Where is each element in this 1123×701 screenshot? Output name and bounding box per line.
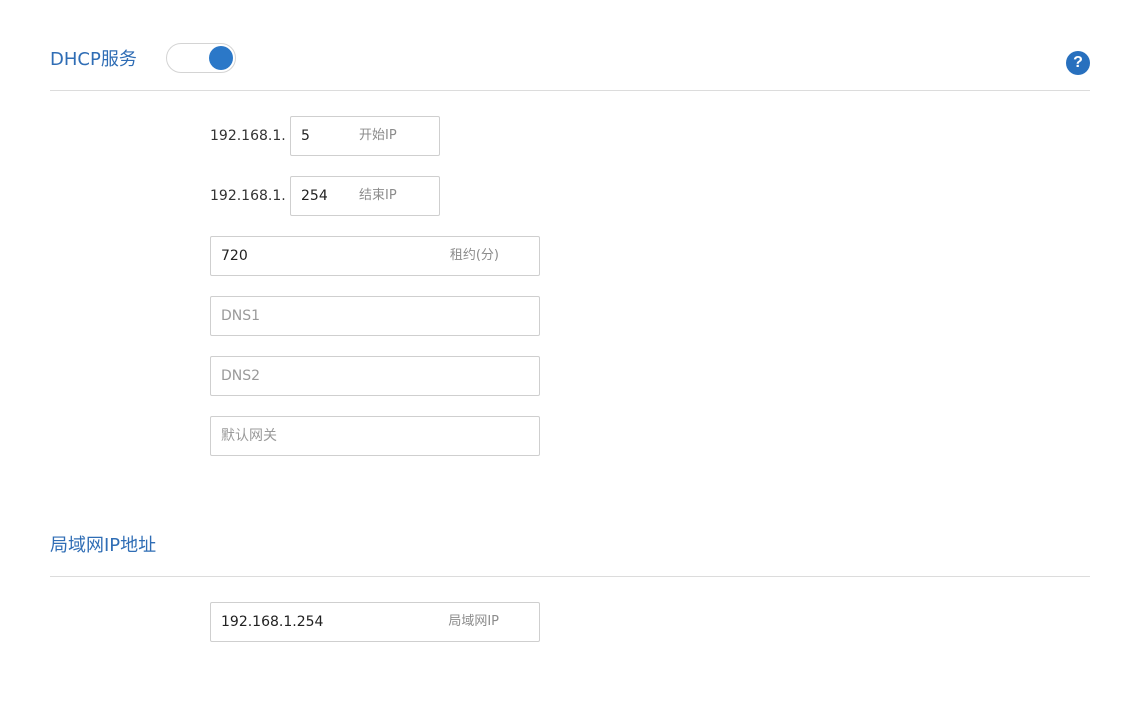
dns1-field — [210, 296, 540, 336]
end-ip-field: 结束IP — [290, 176, 440, 216]
end-ip-prefix: 192.168.1. — [210, 188, 286, 204]
lan-divider — [50, 576, 1090, 577]
dns2-input[interactable] — [211, 357, 539, 395]
help-icon[interactable]: ? — [1066, 51, 1090, 75]
dhcp-toggle[interactable] — [166, 43, 236, 73]
gateway-input[interactable] — [211, 417, 539, 455]
start-ip-prefix: 192.168.1. — [210, 128, 286, 144]
end-ip-input[interactable] — [291, 177, 439, 215]
toggle-knob — [209, 46, 233, 70]
dhcp-divider — [50, 90, 1090, 91]
start-ip-input[interactable] — [291, 117, 439, 155]
lease-field: 租约(分) — [210, 236, 540, 276]
lease-input[interactable] — [211, 237, 539, 275]
lan-ip-field: 局域网IP — [210, 602, 540, 642]
dhcp-section-title: DHCP服务 — [50, 49, 137, 70]
lan-ip-input[interactable] — [211, 603, 539, 641]
lan-section-title: 局域网IP地址 — [50, 535, 157, 556]
dns1-input[interactable] — [211, 297, 539, 335]
start-ip-field: 开始IP — [290, 116, 440, 156]
dns2-field — [210, 356, 540, 396]
gateway-field — [210, 416, 540, 456]
